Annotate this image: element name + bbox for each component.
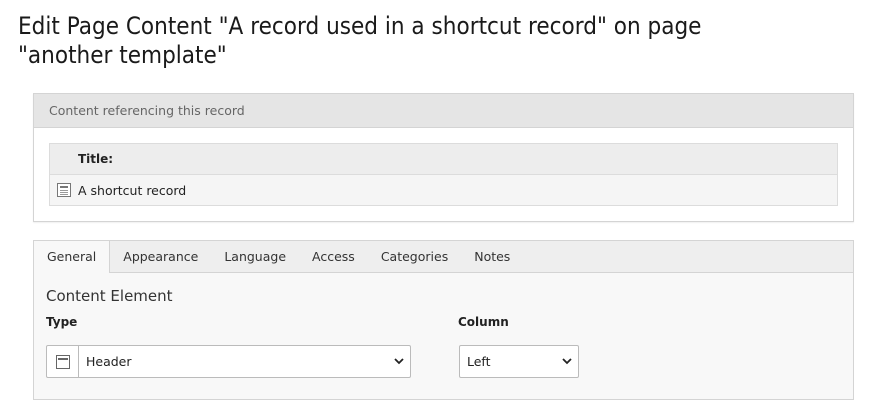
type-icon-box — [47, 346, 79, 377]
section-title: Content Element — [46, 287, 173, 305]
column-select[interactable]: Left — [459, 345, 579, 378]
content-element-icon — [57, 183, 71, 197]
tab-access[interactable]: Access — [299, 241, 368, 272]
column-select-value: Left — [467, 354, 491, 369]
references-panel: Content referencing this record Title: A… — [33, 93, 854, 222]
tab-language[interactable]: Language — [211, 241, 299, 272]
type-select[interactable]: Header — [46, 345, 411, 378]
edit-form-panel: General Appearance Language Access Categ… — [33, 240, 854, 400]
header-icon — [55, 354, 70, 369]
type-select-value: Header — [86, 354, 132, 369]
type-label: Type — [46, 315, 78, 329]
column-label: Column — [458, 315, 509, 329]
references-panel-header: Content referencing this record — [34, 94, 853, 128]
tab-notes[interactable]: Notes — [461, 241, 523, 272]
page-title: Edit Page Content "A record used in a sh… — [18, 12, 702, 69]
chevron-down-icon — [556, 358, 578, 365]
references-title-column-header: Title: — [50, 144, 837, 175]
reference-title[interactable]: A shortcut record — [78, 183, 186, 198]
tab-categories[interactable]: Categories — [368, 241, 461, 272]
tab-bar: General Appearance Language Access Categ… — [34, 241, 853, 273]
tab-general[interactable]: General — [34, 241, 111, 273]
table-row[interactable]: A shortcut record — [50, 175, 837, 205]
tab-appearance[interactable]: Appearance — [110, 241, 211, 272]
references-table: Title: A shortcut record — [49, 143, 838, 206]
chevron-down-icon — [388, 358, 410, 365]
